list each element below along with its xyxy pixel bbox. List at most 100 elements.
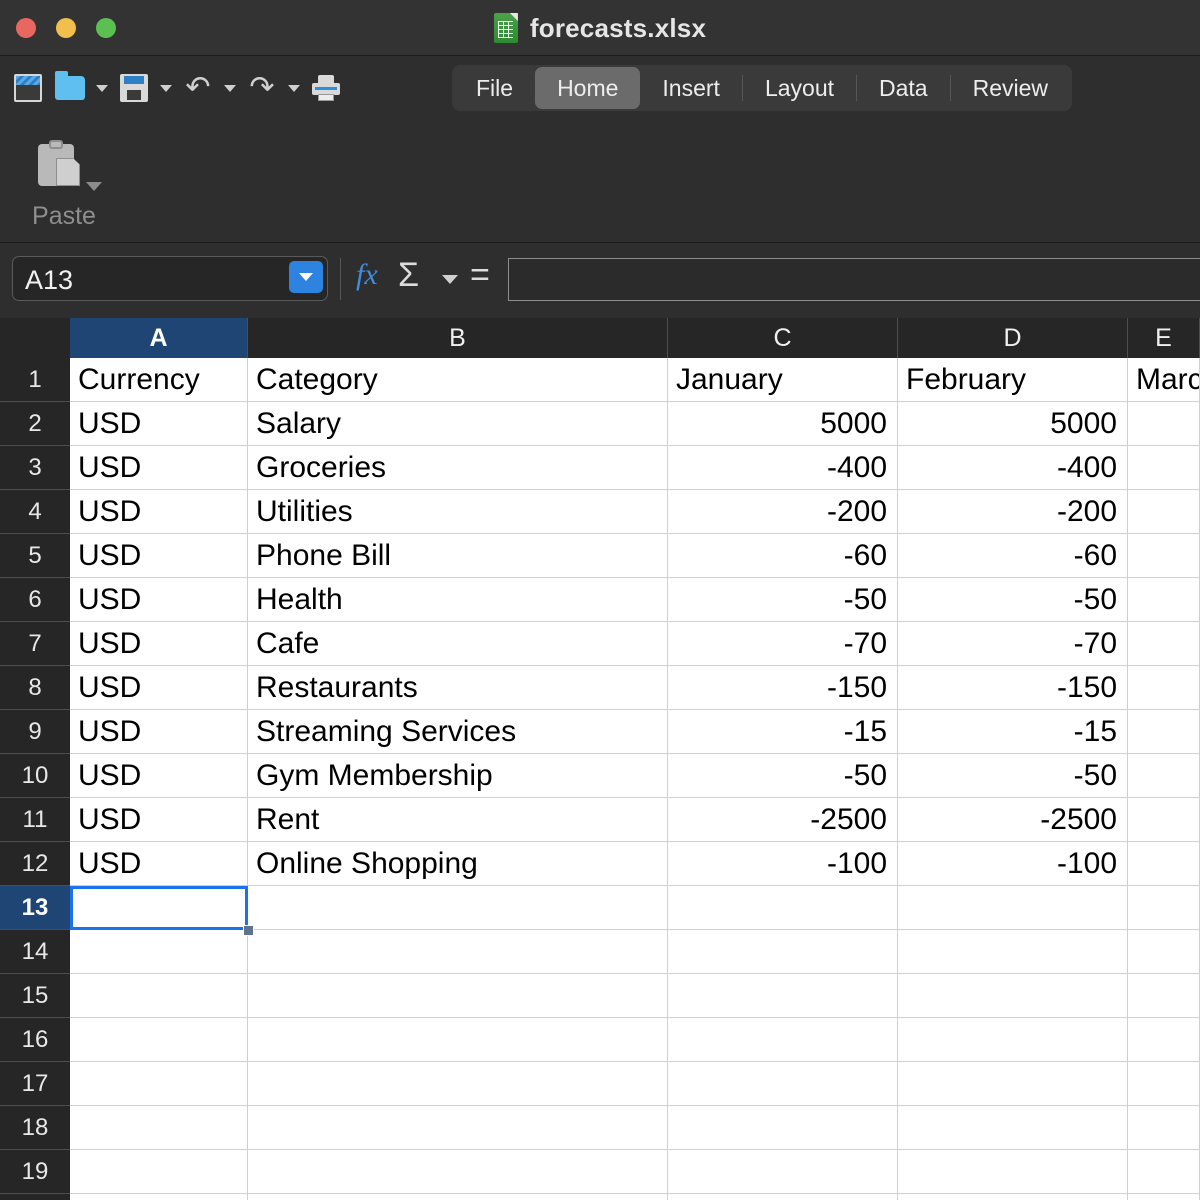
cell-D3[interactable]: -400: [898, 446, 1128, 489]
cell-D13[interactable]: [898, 886, 1128, 929]
tab-insert[interactable]: Insert: [640, 67, 742, 109]
cell-B18[interactable]: [248, 1106, 668, 1149]
cell-E14[interactable]: [1128, 930, 1200, 973]
cell-C6[interactable]: -50: [668, 578, 898, 621]
cell-B7[interactable]: Cafe: [248, 622, 668, 665]
cell-A16[interactable]: [70, 1018, 248, 1061]
cell-D4[interactable]: -200: [898, 490, 1128, 533]
cell-B11[interactable]: Rent: [248, 798, 668, 841]
cell-A12[interactable]: USD: [70, 842, 248, 885]
tab-review[interactable]: Review: [951, 67, 1070, 109]
row-header-13[interactable]: 13: [0, 886, 70, 930]
cell-E19[interactable]: [1128, 1150, 1200, 1193]
cell-A8[interactable]: USD: [70, 666, 248, 709]
cell-D12[interactable]: -100: [898, 842, 1128, 885]
save-icon[interactable]: [114, 68, 154, 108]
cell-A20[interactable]: [70, 1194, 248, 1200]
cell-D1[interactable]: February: [898, 358, 1128, 401]
cell-E4[interactable]: [1128, 490, 1200, 533]
cell-B1[interactable]: Category: [248, 358, 668, 401]
row-header-20[interactable]: 20: [0, 1194, 70, 1200]
cell-A4[interactable]: USD: [70, 490, 248, 533]
cell-C12[interactable]: -100: [668, 842, 898, 885]
redo-dropdown-icon[interactable]: [288, 84, 300, 92]
print-icon[interactable]: [306, 68, 346, 108]
cell-E11[interactable]: [1128, 798, 1200, 841]
cell-B10[interactable]: Gym Membership: [248, 754, 668, 797]
cell-A13[interactable]: [70, 886, 248, 929]
cell-B6[interactable]: Health: [248, 578, 668, 621]
row-header-6[interactable]: 6: [0, 578, 70, 622]
cell-D6[interactable]: -50: [898, 578, 1128, 621]
equals-icon[interactable]: =: [470, 256, 490, 295]
cell-D5[interactable]: -60: [898, 534, 1128, 577]
tab-home[interactable]: Home: [535, 67, 641, 109]
cell-B16[interactable]: [248, 1018, 668, 1061]
cell-B19[interactable]: [248, 1150, 668, 1193]
row-header-2[interactable]: 2: [0, 402, 70, 446]
cell-B14[interactable]: [248, 930, 668, 973]
cell-B3[interactable]: Groceries: [248, 446, 668, 489]
name-box-dropdown-icon[interactable]: [289, 261, 323, 293]
cell-C14[interactable]: [668, 930, 898, 973]
row-header-16[interactable]: 16: [0, 1018, 70, 1062]
cell-E1[interactable]: Marc: [1128, 358, 1200, 401]
cell-A14[interactable]: [70, 930, 248, 973]
spreadsheet-grid[interactable]: Currency Category January February Marc USD Sa…: [0, 318, 1200, 1200]
cell-C19[interactable]: [668, 1150, 898, 1193]
cell-B9[interactable]: Streaming Services: [248, 710, 668, 753]
cell-D18[interactable]: [898, 1106, 1128, 1149]
tab-data[interactable]: Data: [857, 67, 950, 109]
cell-C4[interactable]: -200: [668, 490, 898, 533]
cell-D10[interactable]: -50: [898, 754, 1128, 797]
formula-input[interactable]: [508, 258, 1200, 301]
cell-E17[interactable]: [1128, 1062, 1200, 1105]
cell-A19[interactable]: [70, 1150, 248, 1193]
cell-C1[interactable]: January: [668, 358, 898, 401]
name-box[interactable]: A13: [12, 256, 328, 301]
cell-D11[interactable]: -2500: [898, 798, 1128, 841]
cell-C11[interactable]: -2500: [668, 798, 898, 841]
cell-E8[interactable]: [1128, 666, 1200, 709]
cell-E2[interactable]: [1128, 402, 1200, 445]
column-header-d[interactable]: D: [898, 318, 1128, 358]
cell-C10[interactable]: -50: [668, 754, 898, 797]
open-folder-icon[interactable]: [50, 68, 90, 108]
cell-C20[interactable]: [668, 1194, 898, 1200]
cell-C2[interactable]: 5000: [668, 402, 898, 445]
new-document-icon[interactable]: [8, 68, 48, 108]
cell-D9[interactable]: -15: [898, 710, 1128, 753]
cell-E10[interactable]: [1128, 754, 1200, 797]
cell-D7[interactable]: -70: [898, 622, 1128, 665]
cell-A10[interactable]: USD: [70, 754, 248, 797]
paste-dropdown-icon[interactable]: [86, 182, 102, 191]
cell-B5[interactable]: Phone Bill: [248, 534, 668, 577]
open-dropdown-icon[interactable]: [96, 84, 108, 92]
row-header-3[interactable]: 3: [0, 446, 70, 490]
undo-icon[interactable]: ↶: [178, 68, 218, 108]
undo-dropdown-icon[interactable]: [224, 84, 236, 92]
cell-E15[interactable]: [1128, 974, 1200, 1017]
cell-A9[interactable]: USD: [70, 710, 248, 753]
fill-handle[interactable]: [243, 925, 254, 936]
cell-A18[interactable]: [70, 1106, 248, 1149]
row-header-7[interactable]: 7: [0, 622, 70, 666]
tab-layout[interactable]: Layout: [743, 67, 856, 109]
cell-C15[interactable]: [668, 974, 898, 1017]
cell-A6[interactable]: USD: [70, 578, 248, 621]
autosum-dropdown-icon[interactable]: [442, 275, 458, 284]
cell-D14[interactable]: [898, 930, 1128, 973]
row-header-12[interactable]: 12: [0, 842, 70, 886]
save-dropdown-icon[interactable]: [160, 84, 172, 92]
row-header-5[interactable]: 5: [0, 534, 70, 578]
row-header-8[interactable]: 8: [0, 666, 70, 710]
column-header-a[interactable]: A: [70, 318, 248, 358]
cell-A1[interactable]: Currency: [70, 358, 248, 401]
select-all-corner[interactable]: [0, 318, 70, 358]
cell-A17[interactable]: [70, 1062, 248, 1105]
cell-E6[interactable]: [1128, 578, 1200, 621]
cell-D2[interactable]: 5000: [898, 402, 1128, 445]
row-header-4[interactable]: 4: [0, 490, 70, 534]
cell-D20[interactable]: [898, 1194, 1128, 1200]
row-header-18[interactable]: 18: [0, 1106, 70, 1150]
